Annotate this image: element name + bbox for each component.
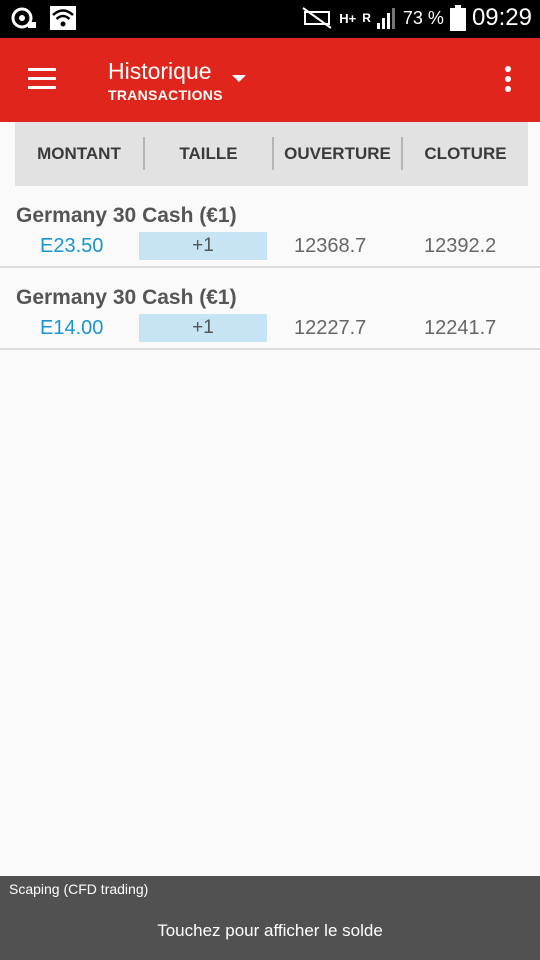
instrument-name: Germany 30 Cash (€1) [16,286,237,309]
instrument-name: Germany 30 Cash (€1) [16,204,237,227]
overflow-menu-icon[interactable] [504,66,512,94]
close-price: 12241.7 [424,317,497,339]
wifi-icon [50,6,76,30]
status-right-icons: H+ R 73 % 09:29 [301,4,532,32]
transaction-row[interactable]: Germany 30 Cash (€1) E23.50 +1 12368.7 1… [0,186,540,268]
status-bar: H+ R 73 % 09:29 [0,0,540,38]
column-header-ouverture[interactable]: OUVERTURE [274,122,401,186]
open-price: 12227.7 [294,317,367,339]
transaction-row[interactable]: Germany 30 Cash (€1) E14.00 +1 12227.7 1… [0,268,540,350]
column-header-bar: MONTANT TAILLE OUVERTURE CLOTURE [15,122,528,186]
app-bar: Historique TRANSACTIONS [0,38,540,122]
status-left-icons [10,6,76,30]
size-value: +1 [139,314,267,342]
hamburger-menu-icon[interactable] [28,68,56,90]
column-header-taille[interactable]: TAILLE [145,122,272,186]
open-price: 12368.7 [294,235,367,257]
status-time: 09:29 [471,4,532,31]
battery-percent: 73 % [402,7,444,28]
close-price: 12392.2 [424,235,497,257]
roaming-indicator: R [362,11,371,25]
balance-footer[interactable]: Scaping (CFD trading) Touchez pour affic… [0,876,540,960]
page-title: Historique [108,58,212,84]
dropdown-caret-icon[interactable] [232,75,246,82]
view-selector[interactable]: Historique TRANSACTIONS [108,58,223,103]
show-balance-message: Touchez pour afficher le solde [157,921,383,940]
mute-icon [302,7,332,29]
notification-icon [11,7,36,29]
signal-icon [376,8,395,29]
column-header-montant[interactable]: MONTANT [15,122,143,186]
size-value: +1 [139,232,267,260]
page-subtitle: TRANSACTIONS [108,87,223,103]
amount-value: E14.00 [40,317,104,339]
battery-icon [449,5,466,31]
account-name: Scaping (CFD trading) [9,881,149,897]
column-header-cloture[interactable]: CLOTURE [403,122,528,186]
network-type: H+ [339,10,357,26]
amount-value: E23.50 [40,235,104,257]
transaction-list: Germany 30 Cash (€1) E23.50 +1 12368.7 1… [0,186,540,350]
